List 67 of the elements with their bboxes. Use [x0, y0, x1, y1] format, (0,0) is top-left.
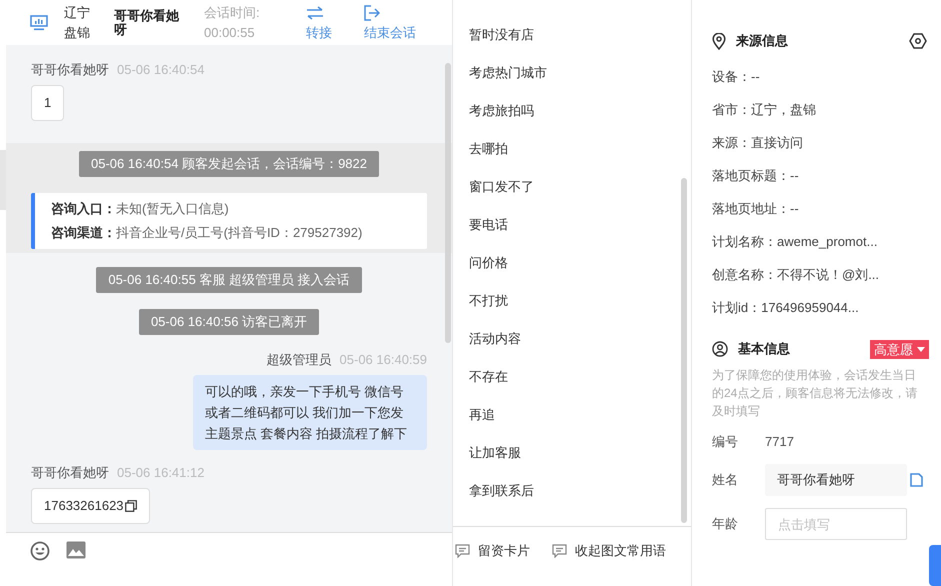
system-notice: 05-06 16:40:55 客服 超级管理员 接入会话 [96, 267, 362, 293]
message-bubble: 1 [31, 85, 64, 121]
exit-icon [364, 4, 380, 20]
field-label: 姓名 [712, 471, 739, 490]
duration-label: 会话时间: [204, 4, 261, 22]
caret-icon [917, 346, 925, 352]
phrase-item[interactable]: 窗口发不了 [453, 168, 691, 206]
swap-icon [306, 6, 324, 20]
system-notice: 05-06 16:40:54 顾客发起会话，会话编号：9822 [79, 151, 379, 177]
section-title: 来源信息 [736, 32, 789, 50]
source-info-row-text: 创意名称：不得不说！@刘... [712, 266, 880, 284]
notice-text: 为了保障您的使用体验，会话发生当日的24点之后，顾客信息将无法修改，请及时填写 [712, 367, 918, 420]
phrase-item[interactable]: 要电话 [453, 206, 691, 244]
comment-icon [552, 544, 567, 558]
source-info-row-text: 来源：直接访问 [712, 134, 804, 152]
name-field[interactable]: 哥哥你看她呀 [765, 464, 907, 496]
phrase-item[interactable]: 不存在 [453, 358, 691, 396]
phrase-item[interactable]: 不打扰 [453, 282, 691, 320]
source-info-row-text: 落地页地址：-- [712, 200, 800, 218]
phrase-item[interactable]: 让加客服 [453, 434, 691, 472]
message-time: 05-06 16:41:12 [117, 464, 204, 482]
source-info-row-text: 设备：-- [712, 68, 761, 86]
settings-icon[interactable] [909, 33, 927, 49]
phrase-action-button[interactable]: 留资卡片 [455, 541, 530, 560]
info-label: 咨询入口： [51, 200, 116, 218]
duration-value: 00:00:55 [204, 24, 256, 42]
copy-icon[interactable] [124, 500, 137, 512]
sender-name: 哥哥你看她呀 [31, 464, 109, 482]
field-label: 年龄 [712, 515, 739, 534]
info-value: 未知(暂无入口信息) [116, 200, 229, 218]
source-info-row-text: 省市：辽宁，盘锦 [712, 101, 817, 119]
sender-name: 哥哥你看她呀 [31, 61, 109, 79]
section-title: 基本信息 [738, 340, 791, 358]
info-label: 咨询渠道： [51, 224, 116, 242]
field-label: 编号 [712, 433, 739, 452]
emoji-icon[interactable] [30, 541, 50, 561]
scrollbar[interactable] [681, 178, 687, 523]
phrase-item[interactable]: 考虑热门城市 [453, 54, 691, 92]
scrollbar[interactable] [445, 63, 451, 343]
phrase-item[interactable]: 再追 [453, 396, 691, 434]
info-value: 抖音企业号/员工号(抖音号ID：279527392) [116, 224, 362, 242]
sender-name: 超级管理员 [266, 351, 332, 369]
phrase-item[interactable]: 暂时没有店 [453, 16, 691, 54]
age-field[interactable]: 点击填写 [765, 508, 907, 540]
phrase-item[interactable]: 拿到联系后 [453, 472, 691, 510]
source-info-row-text: 计划id：176496959044... [712, 299, 860, 317]
field-value: 7717 [765, 433, 794, 451]
message-bubble: 可以的哦，亲发一下手机号 微信号或者二维码都可以 我们加一下您发主题景点 套餐内容 拍摄流程了解下 [193, 375, 427, 450]
message-bubble: 17633261623 [31, 488, 150, 524]
phrase-item[interactable]: 去哪拍 [453, 130, 691, 168]
phrase-item[interactable]: 活动内容 [453, 320, 691, 358]
source-info-row-text: 计划名称：aweme_promot... [712, 233, 878, 251]
message-time: 05-06 16:40:54 [117, 61, 204, 79]
location-pin-icon [712, 32, 726, 50]
comment-icon [455, 544, 470, 558]
monitor-icon [30, 14, 48, 30]
image-icon[interactable] [66, 541, 86, 559]
phrase-item[interactable]: 问价格 [453, 244, 691, 282]
source-info-row-text: 落地页标题：-- [712, 167, 800, 185]
phrase-item[interactable]: 考虑旅拍吗 [453, 92, 691, 130]
visitor-location: 辽宁盘锦 [64, 4, 91, 42]
phrase-action-button[interactable]: 收起图文常用语 [552, 541, 666, 560]
system-notice: 05-06 16:40:56 访客已离开 [138, 309, 320, 335]
intent-tag-dropdown[interactable]: 高意愿 [870, 340, 929, 358]
visitor-name: 哥哥你看她呀 [114, 8, 180, 36]
message-time: 05-06 16:40:59 [340, 351, 427, 369]
user-icon [712, 341, 728, 357]
